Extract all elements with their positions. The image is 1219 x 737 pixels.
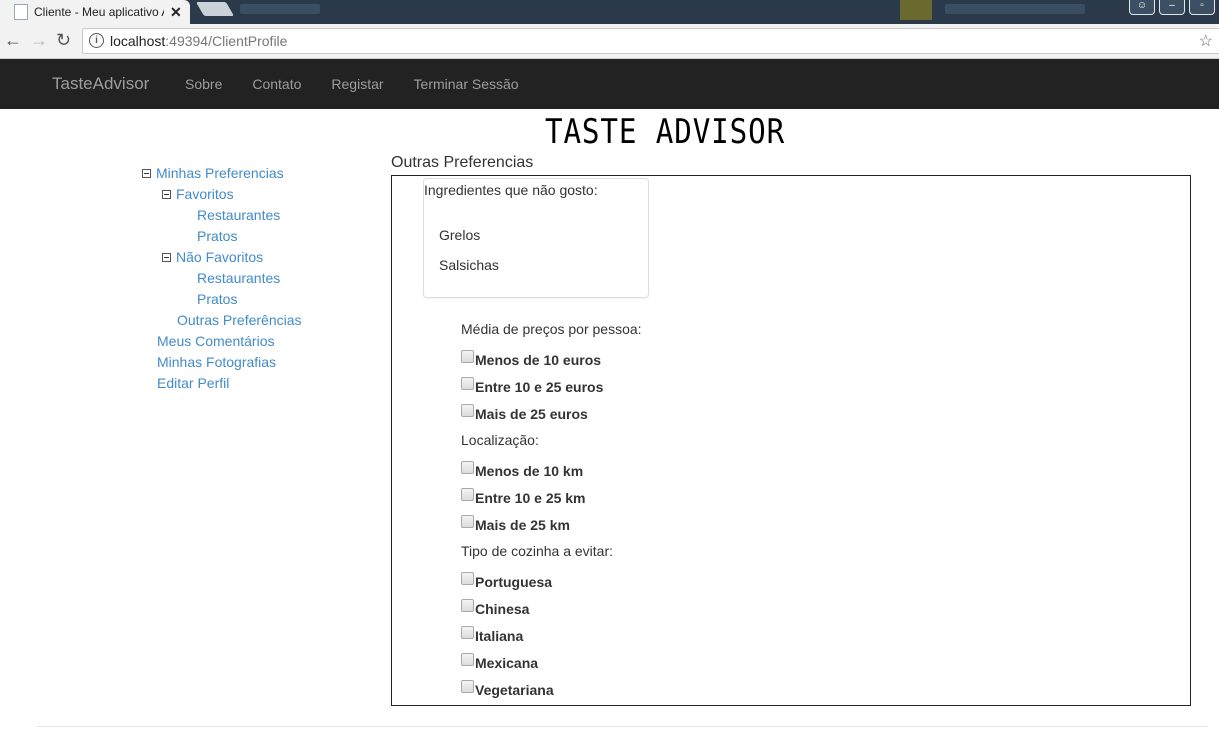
checkbox-label[interactable]: Mexicana (475, 655, 538, 671)
close-icon[interactable]: ✕ (170, 4, 182, 21)
price-option-row: Mais de 25 euros (461, 404, 588, 422)
checkbox[interactable] (461, 572, 474, 585)
location-option-row: Menos de 10 km (461, 461, 583, 479)
taste-advisor-logo: TASTE ADVISOR (545, 112, 786, 152)
tree-item-fav-restaurantes[interactable]: Restaurantes (197, 207, 280, 223)
checkbox-label[interactable]: Entre 10 e 25 km (475, 490, 586, 506)
section-title: Outras Preferencias (391, 154, 534, 171)
preferences-box: Ingredientes que não gosto: Grelos Salsi… (391, 175, 1191, 706)
cuisine-option-row: Mexicana (461, 653, 538, 671)
tree-item-minhas-fotografias[interactable]: Minhas Fotografias (157, 354, 276, 370)
nav-link-sobre[interactable]: Sobre (185, 76, 222, 92)
location-label: Localização: (461, 432, 539, 448)
browser-tabbar: Cliente - Meu aplicativo ASP.NET ✕ ☺ – ▫ (0, 0, 1219, 24)
checkbox[interactable] (461, 461, 474, 474)
checkbox[interactable] (461, 599, 474, 612)
url-path: :49394/ClientProfile (165, 33, 288, 49)
cuisine-option-row: Chinesa (461, 599, 529, 617)
url-host: localhost (110, 33, 166, 49)
nav-link-registar[interactable]: Registar (331, 76, 383, 92)
cuisine-option-row: Vegetariana (461, 680, 554, 698)
collapse-icon[interactable] (162, 253, 171, 262)
checkbox[interactable] (461, 377, 474, 390)
checkbox-label[interactable]: Chinesa (475, 601, 529, 617)
brand-link[interactable]: TasteAdvisor (52, 74, 149, 94)
checkbox[interactable] (461, 488, 474, 501)
price-label: Média de preços por pessoa: (461, 321, 642, 337)
ingredient-item: Salsichas (439, 257, 499, 273)
collapse-icon[interactable] (142, 169, 151, 178)
site-navbar: TasteAdvisor Sobre Contato Registar Term… (0, 59, 1219, 109)
nav-link-terminar-sessao[interactable]: Terminar Sessão (414, 76, 519, 92)
checkbox[interactable] (461, 404, 474, 417)
ingredients-panel: Ingredientes que não gosto: Grelos Salsi… (423, 178, 649, 298)
checkbox[interactable] (461, 515, 474, 528)
checkbox[interactable] (461, 653, 474, 666)
new-tab-button[interactable] (195, 2, 235, 16)
checkbox-label[interactable]: Mais de 25 euros (475, 406, 588, 422)
nav-links: Sobre Contato Registar Terminar Sessão (185, 76, 549, 92)
tree-item-nfav-pratos[interactable]: Pratos (197, 291, 237, 307)
checkbox-label[interactable]: Portuguesa (475, 574, 552, 590)
tree-item-fav-pratos[interactable]: Pratos (197, 228, 237, 244)
ingredients-label: Ingredientes que não gosto: (424, 182, 598, 198)
tree-item-nao-favoritos[interactable]: Não Favoritos (162, 249, 263, 265)
star-icon[interactable]: ☆ (1199, 31, 1213, 51)
checkbox-label[interactable]: Vegetariana (475, 682, 554, 698)
checkbox-label[interactable]: Entre 10 e 25 euros (475, 379, 603, 395)
tree-label[interactable]: Não Favoritos (176, 249, 263, 265)
background-window (945, 4, 1085, 14)
checkbox-label[interactable]: Menos de 10 km (475, 463, 583, 479)
checkbox[interactable] (461, 680, 474, 693)
location-option-row: Entre 10 e 25 km (461, 488, 586, 506)
ingredient-item: Grelos (439, 227, 481, 243)
page-icon (14, 4, 28, 20)
tab-title: Cliente - Meu aplicativo ASP.NET (34, 5, 164, 19)
profile-button[interactable]: ☺ (1129, 0, 1155, 15)
tree-item-nfav-restaurantes[interactable]: Restaurantes (197, 270, 280, 286)
price-option-row: Menos de 10 euros (461, 350, 601, 368)
tree-item-outras-preferencias[interactable]: Outras Preferências (177, 312, 302, 328)
location-option-row: Mais de 25 km (461, 515, 570, 533)
back-icon[interactable]: ← (4, 29, 22, 51)
checkbox[interactable] (461, 626, 474, 639)
forward-icon[interactable]: → (30, 29, 48, 51)
cuisine-option-row: Italiana (461, 626, 523, 644)
info-icon[interactable]: i (89, 33, 104, 48)
tree-label[interactable]: Favoritos (176, 186, 234, 202)
cuisine-label: Tipo de cozinha a evitar: (461, 543, 614, 559)
cuisine-option-row: Portuguesa (461, 572, 552, 590)
footer-divider (37, 726, 1207, 727)
minimize-button[interactable]: – (1159, 0, 1185, 15)
tree-item-favoritos[interactable]: Favoritos (162, 186, 234, 202)
tree-label[interactable]: Minhas Preferencias (156, 165, 284, 181)
address-bar: ← → ↻ i localhost:49394/ClientProfile ☆ (0, 24, 1219, 59)
reload-icon[interactable]: ↻ (56, 29, 71, 51)
window-controls: ☺ – ▫ (1129, 0, 1215, 15)
url-input[interactable]: i localhost:49394/ClientProfile ☆ (82, 28, 1219, 54)
maximize-button[interactable]: ▫ (1189, 0, 1215, 15)
tree-item-editar-perfil[interactable]: Editar Perfil (157, 375, 229, 391)
background-tab[interactable] (240, 4, 320, 14)
tree-item-meus-comentarios[interactable]: Meus Comentários (157, 333, 275, 349)
profile-icon[interactable] (900, 0, 932, 20)
price-option-row: Entre 10 e 25 euros (461, 377, 603, 395)
nav-link-contato[interactable]: Contato (252, 76, 301, 92)
checkbox-label[interactable]: Menos de 10 euros (475, 352, 601, 368)
checkbox[interactable] (461, 350, 474, 363)
checkbox-label[interactable]: Mais de 25 km (475, 517, 570, 533)
browser-tab[interactable]: Cliente - Meu aplicativo ASP.NET ✕ (0, 0, 190, 24)
collapse-icon[interactable] (162, 190, 171, 199)
tree-item-minhas-preferencias[interactable]: Minhas Preferencias (142, 165, 284, 181)
checkbox-label[interactable]: Italiana (475, 628, 523, 644)
